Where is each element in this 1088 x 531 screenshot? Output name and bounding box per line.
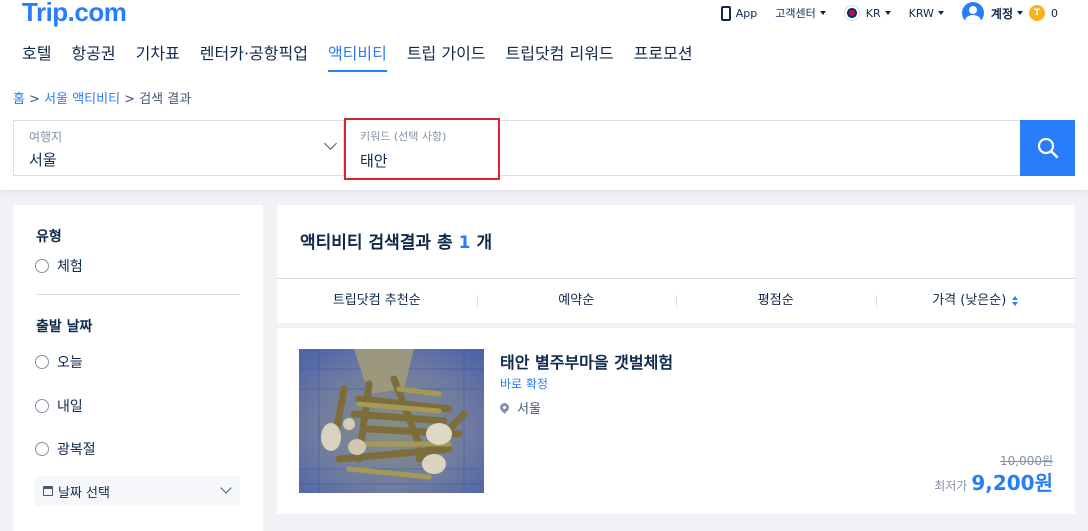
- caret-down-icon: [1017, 11, 1023, 15]
- keyword-value: 태안: [360, 152, 388, 170]
- date-option-tomorrow[interactable]: 내일: [35, 396, 83, 416]
- support-label: 고객센터: [775, 7, 816, 20]
- results-header: 액티비티 검색결과 총1개 트립닷컴 추천순 예약순 평점순 가격 (낮은순): [277, 205, 1075, 323]
- account-menu[interactable]: 계정 T 0: [961, 2, 1058, 24]
- type-option-experience[interactable]: 체험: [35, 256, 83, 276]
- keyword-label: 키워드 (선택 사항): [360, 130, 447, 143]
- date-option-label: 광복절: [57, 442, 96, 458]
- nav-promotions[interactable]: 프로모션: [634, 40, 693, 72]
- breadcrumb-home[interactable]: 홈: [13, 92, 25, 107]
- date-option-today[interactable]: 오늘: [35, 352, 83, 372]
- nav-rewards[interactable]: 트립닷컴 리워드: [506, 40, 614, 72]
- tripcom-logo[interactable]: Trip.com: [22, 0, 127, 25]
- calendar-icon: [43, 486, 53, 496]
- results-count: 1: [458, 233, 471, 253]
- location-pin-icon: [498, 401, 511, 414]
- product-card[interactable]: 태안 별주부마을 갯벌체험 바로 확정 서울 10,000원 최저가 9,200…: [277, 328, 1075, 514]
- nav-flights[interactable]: 항공권: [71, 40, 115, 72]
- coin-count: 0: [1051, 6, 1058, 20]
- nav-trains[interactable]: 기차표: [136, 40, 180, 72]
- app-link[interactable]: App: [720, 5, 758, 21]
- instant-confirm-badge: 바로 확정: [500, 377, 548, 391]
- radio-button[interactable]: [35, 259, 49, 273]
- price-label: 최저가: [934, 479, 968, 493]
- breadcrumb-separator: >: [24, 92, 45, 107]
- caret-down-icon: [819, 11, 826, 15]
- results-title: 액티비티 검색결과 총1개: [300, 228, 492, 253]
- type-option-label: 체험: [57, 259, 83, 275]
- date-option-label: 내일: [57, 399, 83, 415]
- radio-button[interactable]: [35, 399, 49, 413]
- sort-bookings[interactable]: 예약순: [476, 279, 677, 323]
- keyword-field[interactable]: 키워드 (선택 사항) 태안: [344, 118, 500, 180]
- sort-rating[interactable]: 평점순: [676, 279, 876, 323]
- search-bar: 여행지 서울 키워드 (선택 사항) 태안: [13, 118, 1075, 180]
- destination-value: 서울: [29, 151, 57, 169]
- korea-flag-icon: [843, 5, 860, 21]
- user-avatar-icon: [961, 2, 984, 24]
- type-filter-title: 유형: [36, 229, 62, 245]
- search-icon: [1037, 137, 1058, 159]
- sort-label: 가격 (낮은순): [932, 293, 1007, 308]
- caret-down-icon: [937, 11, 944, 15]
- nav-activities[interactable]: 액티비티: [327, 40, 387, 72]
- breadcrumb-separator: >: [120, 92, 140, 107]
- sort-bar: 트립닷컴 추천순 예약순 평점순 가격 (낮은순): [277, 279, 1075, 323]
- chevron-down-icon: [220, 482, 232, 494]
- date-option-holiday[interactable]: 광복절: [35, 439, 96, 459]
- top-utility-bar: App 고객센터 KR KRW 계정 T 0: [703, 2, 1058, 24]
- breadcrumb-seoul-activities[interactable]: 서울 액티비티: [44, 92, 120, 107]
- filter-sidebar: 유형 체험 출발 날짜 오늘 내일 광복절 날짜 선택: [13, 205, 263, 531]
- currency-label: KRW: [908, 6, 934, 20]
- caret-down-icon: [884, 11, 891, 15]
- sort-recommended[interactable]: 트립닷컴 추천순: [277, 279, 477, 323]
- sort-label: 예약순: [558, 293, 595, 308]
- region-label: KR: [865, 6, 881, 20]
- phone-icon: [720, 5, 731, 21]
- main-nav: 호텔 항공권 기차표 렌터카·공항픽업 액티비티 트립 가이드 트립닷컴 리워드…: [22, 40, 713, 76]
- location-label: 서울: [517, 402, 541, 417]
- nav-hotels[interactable]: 호텔: [22, 40, 51, 72]
- radio-button[interactable]: [35, 355, 49, 369]
- account-label: 계정: [990, 6, 1013, 21]
- radio-button[interactable]: [35, 442, 49, 456]
- razor-clams-in-basket-image: [299, 349, 484, 493]
- nav-trip-guide[interactable]: 트립 가이드: [407, 40, 486, 72]
- results-title-prefix: 액티비티 검색결과 총: [300, 233, 453, 253]
- destination-field[interactable]: 여행지 서울: [14, 121, 344, 175]
- product-location: 서울: [498, 398, 541, 417]
- date-select-label: 날짜 선택: [58, 485, 110, 501]
- support-menu[interactable]: 고객센터: [775, 5, 826, 21]
- currency-menu[interactable]: KRW: [909, 7, 944, 20]
- header: Trip.com App 고객센터 KR KRW 계정 T 0 호텔 항공권 기…: [0, 0, 1088, 190]
- results-title-suffix: 개: [476, 233, 493, 253]
- date-filter-title: 출발 날짜: [36, 319, 93, 335]
- region-menu[interactable]: KR: [843, 5, 891, 21]
- product-title[interactable]: 태안 별주부마을 갯벌체험: [500, 349, 673, 373]
- sort-label: 트립닷컴 추천순: [332, 293, 421, 308]
- product-image[interactable]: [299, 349, 484, 493]
- sale-price: 9,200원: [971, 471, 1053, 495]
- chevron-down-icon: [324, 137, 337, 150]
- search-button[interactable]: [1020, 120, 1075, 176]
- sort-label: 평점순: [757, 293, 794, 308]
- breadcrumb-current: 검색 결과: [139, 92, 192, 107]
- divider: [36, 294, 240, 295]
- coin-icon: T: [1029, 5, 1045, 21]
- destination-label: 여행지: [29, 130, 63, 144]
- app-label: App: [735, 6, 758, 20]
- sort-price-low[interactable]: 가격 (낮은순): [875, 279, 1076, 323]
- breadcrumb: 홈 > 서울 액티비티 > 검색 결과: [13, 88, 191, 107]
- date-select-dropdown[interactable]: 날짜 선택: [35, 476, 240, 506]
- price-block: 최저가 9,200원: [934, 467, 1053, 496]
- nav-cars[interactable]: 렌터카·공항픽업: [200, 40, 308, 72]
- date-option-label: 오늘: [57, 355, 83, 371]
- sort-arrows-icon: [1012, 295, 1019, 306]
